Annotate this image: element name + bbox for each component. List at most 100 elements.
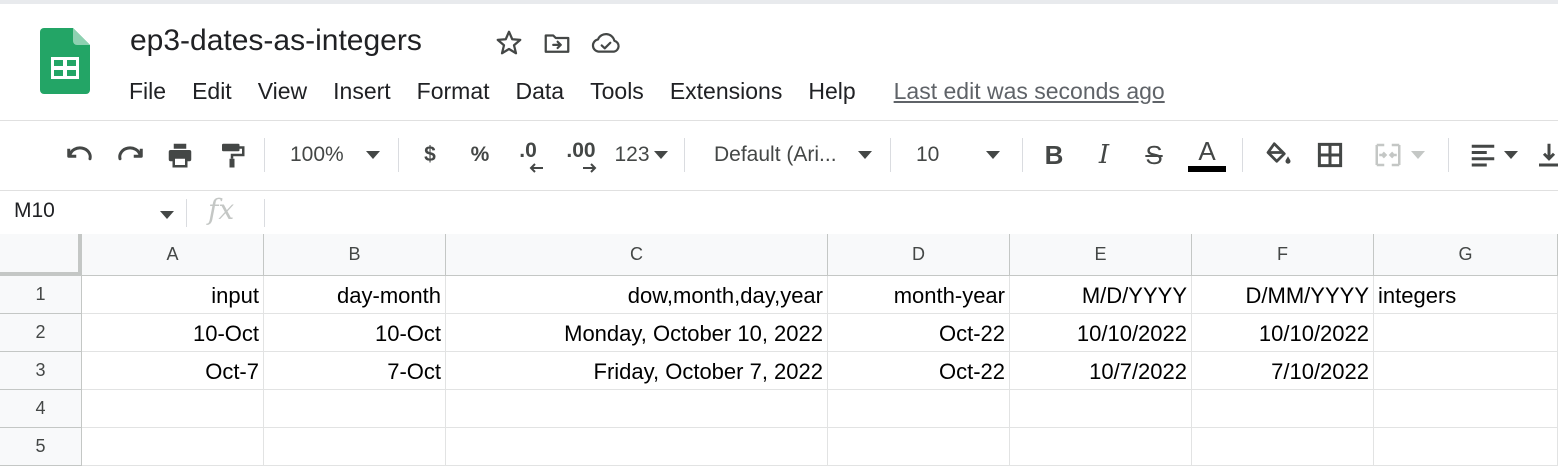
chevron-down-icon — [986, 151, 1000, 159]
vertical-align-button[interactable] — [1534, 124, 1558, 186]
cell-f2[interactable]: 10/10/2022 — [1192, 314, 1374, 352]
row-header-2[interactable]: 2 — [0, 314, 82, 352]
menu-edit[interactable]: Edit — [192, 78, 232, 105]
toolbar-divider — [890, 138, 891, 172]
decrease-decimal-button[interactable]: .0 — [508, 124, 548, 186]
align-left-icon — [1468, 140, 1498, 170]
cell-e4[interactable] — [1010, 390, 1192, 428]
print-button[interactable] — [160, 124, 200, 186]
name-box[interactable]: M10 — [14, 199, 55, 223]
text-color-letter: A — [1198, 136, 1216, 166]
column-header-e[interactable]: E — [1010, 234, 1192, 276]
cell-f4[interactable] — [1192, 390, 1374, 428]
cell-a3[interactable]: Oct-7 — [82, 352, 264, 390]
zoom-select[interactable]: 100% — [280, 124, 386, 186]
row-header-5[interactable]: 5 — [0, 428, 82, 466]
column-header-c[interactable]: C — [446, 234, 828, 276]
menu-file[interactable]: File — [129, 78, 166, 105]
cell-c5[interactable] — [446, 428, 828, 466]
menu-extensions[interactable]: Extensions — [670, 78, 783, 105]
cell-c1[interactable]: dow,month,day,year — [446, 276, 828, 314]
formula-bar: M10 fx — [0, 190, 1558, 235]
redo-button[interactable] — [110, 124, 150, 186]
currency-format-button[interactable]: $ — [412, 124, 448, 186]
cloud-saved-icon[interactable] — [590, 28, 622, 58]
more-formats-label: 123 — [614, 143, 650, 166]
cell-b3[interactable]: 7-Oct — [264, 352, 446, 390]
cell-e5[interactable] — [1010, 428, 1192, 466]
font-size-select[interactable]: 10 — [906, 124, 1010, 186]
cell-g5[interactable] — [1374, 428, 1558, 466]
window-top-border — [0, 0, 1558, 4]
text-color-button[interactable]: A — [1186, 124, 1228, 186]
menu-format[interactable]: Format — [417, 78, 490, 105]
redo-icon — [115, 140, 145, 170]
increase-decimal-button[interactable]: .00 — [558, 124, 604, 186]
cell-c3[interactable]: Friday, October 7, 2022 — [446, 352, 828, 390]
cell-d2[interactable]: Oct-22 — [828, 314, 1010, 352]
cell-a1[interactable]: input — [82, 276, 264, 314]
cell-g2[interactable] — [1374, 314, 1558, 352]
chevron-down-icon — [1411, 151, 1425, 159]
chevron-down-icon[interactable] — [160, 211, 174, 219]
select-all-corner[interactable] — [0, 234, 82, 276]
borders-icon — [1315, 140, 1345, 170]
cell-e2[interactable]: 10/10/2022 — [1010, 314, 1192, 352]
horizontal-align-button[interactable] — [1462, 124, 1524, 186]
increase-decimal-label: .00 — [566, 139, 596, 162]
cell-c2[interactable]: Monday, October 10, 2022 — [446, 314, 828, 352]
cell-b1[interactable]: day-month — [264, 276, 446, 314]
undo-button[interactable] — [60, 124, 100, 186]
cell-f1[interactable]: D/MM/YYYY — [1192, 276, 1374, 314]
strikethrough-button[interactable]: S — [1136, 124, 1172, 186]
cell-d3[interactable]: Oct-22 — [828, 352, 1010, 390]
column-header-f[interactable]: F — [1192, 234, 1374, 276]
menu-help[interactable]: Help — [808, 78, 855, 105]
cell-a2[interactable]: 10-Oct — [82, 314, 264, 352]
cell-d1[interactable]: month-year — [828, 276, 1010, 314]
cell-d5[interactable] — [828, 428, 1010, 466]
cell-g4[interactable] — [1374, 390, 1558, 428]
cell-f3[interactable]: 7/10/2022 — [1192, 352, 1374, 390]
sheets-logo-icon[interactable] — [40, 28, 90, 94]
fill-color-button[interactable] — [1258, 124, 1298, 186]
menu-tools[interactable]: Tools — [590, 78, 644, 105]
cell-a5[interactable] — [82, 428, 264, 466]
formula-input[interactable] — [280, 199, 1540, 227]
cell-e1[interactable]: M/D/YYYY — [1010, 276, 1192, 314]
row-header-1[interactable]: 1 — [0, 276, 82, 314]
cell-b4[interactable] — [264, 390, 446, 428]
row-header-3[interactable]: 3 — [0, 352, 82, 390]
menu-data[interactable]: Data — [516, 78, 565, 105]
cell-a4[interactable] — [82, 390, 264, 428]
percent-format-button[interactable]: % — [462, 124, 498, 186]
borders-button[interactable] — [1310, 124, 1350, 186]
cell-g3[interactable] — [1374, 352, 1558, 390]
cell-g1[interactable]: integers — [1374, 276, 1558, 314]
column-header-g[interactable]: G — [1374, 234, 1558, 276]
column-header-d[interactable]: D — [828, 234, 1010, 276]
column-header-a[interactable]: A — [82, 234, 264, 276]
font-family-value: Default (Ari... — [714, 143, 837, 166]
cell-c4[interactable] — [446, 390, 828, 428]
cell-b2[interactable]: 10-Oct — [264, 314, 446, 352]
menu-insert[interactable]: Insert — [333, 78, 391, 105]
document-title[interactable]: ep3-dates-as-integers — [130, 24, 422, 58]
cell-d4[interactable] — [828, 390, 1010, 428]
paint-format-button[interactable] — [212, 124, 252, 186]
last-edit-link[interactable]: Last edit was seconds ago — [894, 78, 1165, 105]
row-header-4[interactable]: 4 — [0, 390, 82, 428]
font-family-select[interactable]: Default (Ari... — [704, 124, 876, 186]
italic-button[interactable]: I — [1086, 124, 1122, 186]
column-header-b[interactable]: B — [264, 234, 446, 276]
cell-b5[interactable] — [264, 428, 446, 466]
merge-cells-button[interactable] — [1364, 124, 1434, 186]
bold-button[interactable]: B — [1036, 124, 1072, 186]
cell-f5[interactable] — [1192, 428, 1374, 466]
cell-e3[interactable]: 10/7/2022 — [1010, 352, 1192, 390]
menu-view[interactable]: View — [258, 78, 307, 105]
move-to-folder-icon[interactable] — [542, 28, 572, 58]
toolbar-divider — [1448, 138, 1449, 172]
star-icon[interactable] — [494, 28, 524, 58]
more-formats-button[interactable]: 123 — [610, 124, 672, 186]
